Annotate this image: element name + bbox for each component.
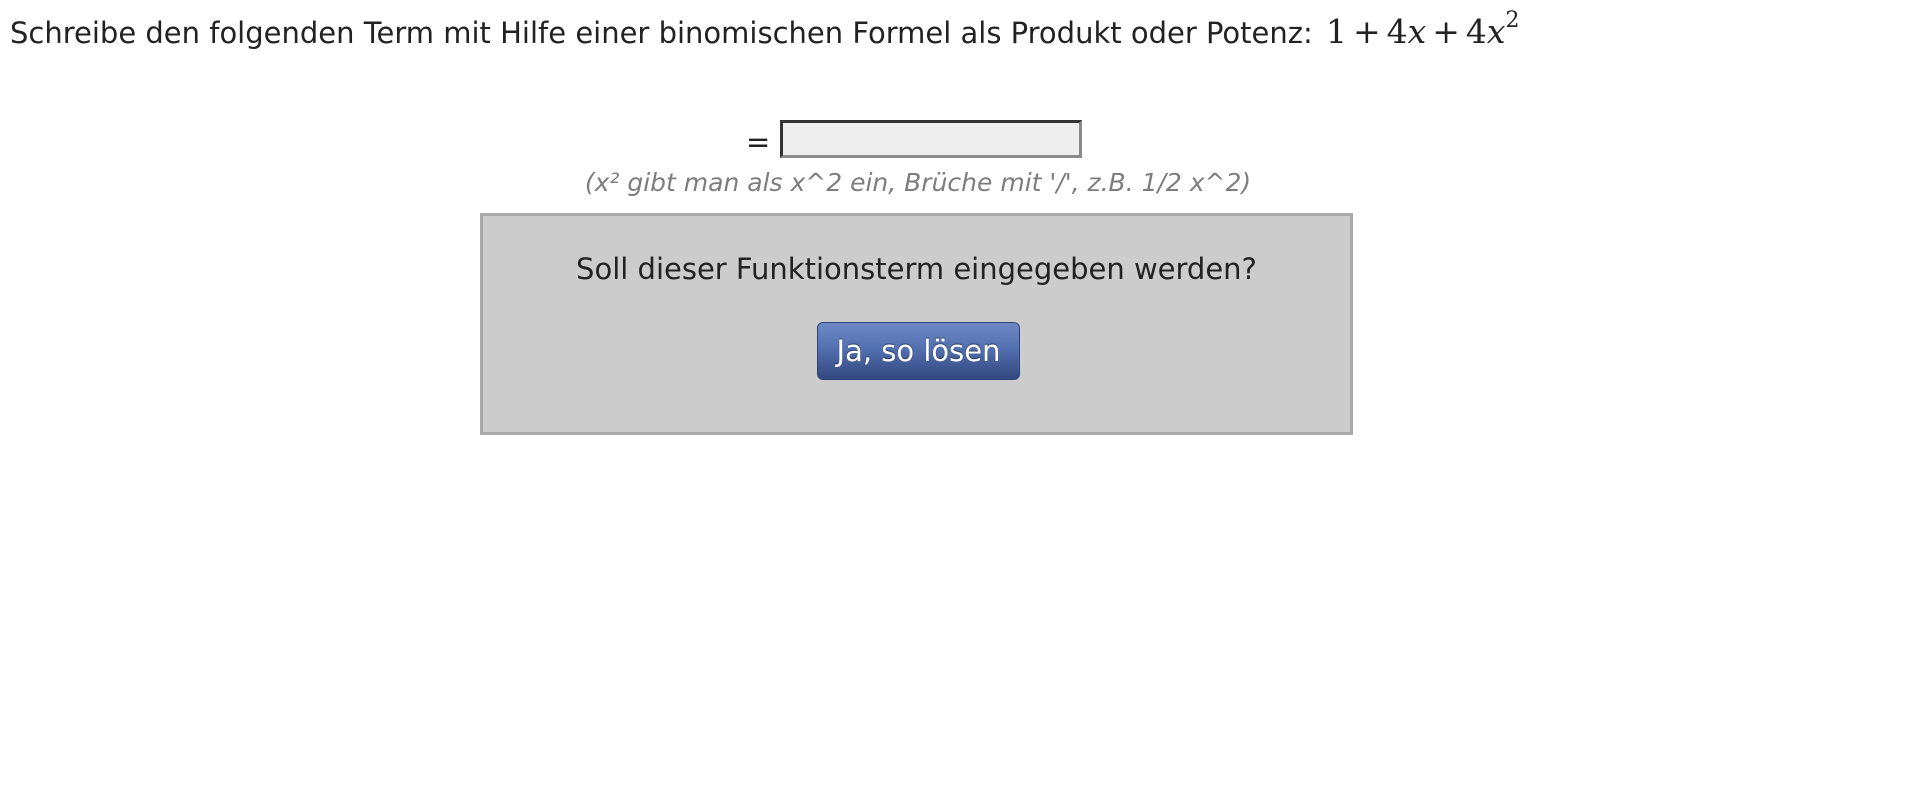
confirm-panel: Soll dieser Funktionsterm eingegeben wer…: [480, 213, 1353, 435]
task-formula: 1 +4x +4x2: [1325, 10, 1520, 52]
equals-sign: =: [746, 125, 771, 159]
answer-row: =: [0, 120, 1836, 164]
formula-variable-2: x: [1407, 12, 1427, 51]
answer-input[interactable]: [780, 120, 1082, 158]
formula-plus-1: +: [1352, 12, 1381, 51]
formula-variable-3: x: [1486, 12, 1506, 51]
formula-term-1: 1: [1325, 12, 1347, 51]
input-hint: (x² gibt man als x^2 ein, Brüche mit '/'…: [584, 168, 1252, 197]
formula-exponent-3: 2: [1505, 8, 1520, 33]
page: Schreibe den folgenden Term mit Hilfe ei…: [0, 0, 1920, 810]
formula-coefficient-2: 4: [1386, 12, 1408, 51]
formula-plus-2: +: [1432, 12, 1460, 51]
solve-button[interactable]: Ja, so lösen: [817, 322, 1020, 380]
confirm-question: Soll dieser Funktionsterm eingegeben wer…: [576, 252, 1257, 286]
task-instruction: Schreibe den folgenden Term mit Hilfe ei…: [10, 16, 1313, 50]
formula-coefficient-3: 4: [1465, 12, 1487, 51]
task-prompt: Schreibe den folgenden Term mit Hilfe ei…: [10, 10, 1520, 55]
